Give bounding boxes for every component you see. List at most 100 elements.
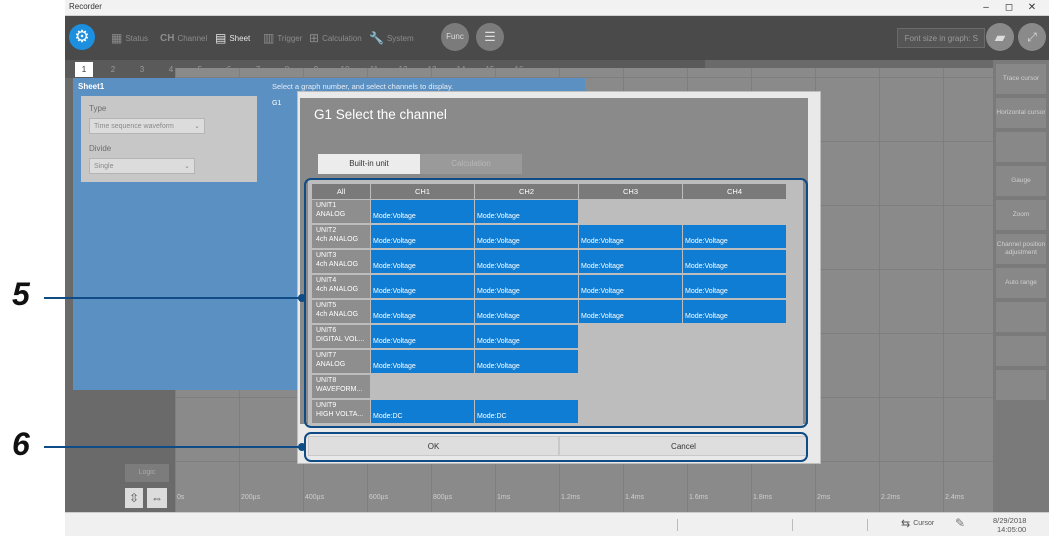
right-panel-button-6[interactable]: Auto range (996, 268, 1046, 298)
x-axis-label: 1.6ms (689, 494, 709, 501)
gear-icon: ⚙ (74, 27, 90, 46)
callout-6-dot (298, 443, 306, 451)
grid-line (943, 68, 944, 512)
callout-5-number: 5 (12, 276, 30, 312)
callout-6-number: 6 (12, 426, 30, 462)
func-button[interactable]: Func (441, 23, 469, 51)
graph-number-1[interactable]: 1 (75, 62, 93, 77)
vertical-arrows-icon: ⇳ (128, 491, 140, 505)
callout-5-frame (304, 178, 808, 428)
status-bar: ⇆ Cursor ✎ 8/29/2018 14:05:00 (65, 512, 1049, 536)
close-button[interactable]: ✕ (1023, 1, 1041, 14)
window-title: Recorder (69, 2, 102, 11)
x-axis-label: 2.2ms (881, 494, 901, 501)
sheet-tab[interactable]: ▤ Sheet (215, 28, 250, 48)
x-axis-label: 1.2ms (561, 494, 581, 501)
right-panel-button-7[interactable] (996, 302, 1046, 332)
callout-5-leader (44, 297, 302, 299)
right-panel-button-2[interactable] (996, 132, 1046, 162)
chevron-down-icon: ⌄ (184, 163, 190, 170)
bottom-left-controls: Logic ⇳ ⇔ (121, 462, 171, 512)
font-size-button[interactable]: Font size in graph: S (897, 28, 985, 48)
x-axis-label: 1.4ms (625, 494, 645, 501)
status-separator (677, 519, 678, 531)
horizontal-scroll-button[interactable]: ⇔ (147, 488, 167, 508)
cursor-icon: ⇆ (901, 518, 911, 530)
type-label: Type (89, 104, 107, 113)
x-axis-label: 200µs (241, 494, 261, 501)
main-toolbar: ⚙ ▦ Status CH Channel ▤ Sheet ▥ Trigger … (65, 16, 1049, 60)
x-axis-label: 0s (177, 494, 185, 501)
marker-pen-icon[interactable]: ✎ (955, 516, 965, 530)
trigger-tab[interactable]: ▥ Trigger (263, 28, 302, 48)
sheet-title: Sheet1 (78, 82, 105, 91)
right-panel-button-9[interactable] (996, 370, 1046, 400)
x-axis-label: 1.8ms (753, 494, 773, 501)
status-separator (867, 519, 868, 531)
callout-6-frame (304, 432, 808, 462)
x-axis-label: 2ms (817, 494, 831, 501)
dialog-header: G1 Select the channel (300, 98, 808, 132)
graph-number-3[interactable]: 3 (133, 62, 151, 77)
list-icon: ☰ (484, 29, 496, 44)
tab-calculation[interactable]: Calculation (420, 154, 522, 174)
callout-5-dot (298, 294, 306, 302)
expand-icon: ⤢ (1027, 30, 1037, 44)
graph-number-2[interactable]: 2 (104, 62, 122, 77)
callout-6-leader (44, 446, 302, 448)
system-tab-label: System (386, 33, 414, 43)
right-panel-button-4[interactable]: Zoom (996, 200, 1046, 230)
divide-label: Divide (89, 144, 112, 153)
horizontal-arrows-icon: ⇔ (151, 491, 163, 505)
status-icon: ▦ (111, 31, 123, 45)
x-axis-label: 1ms (497, 494, 511, 501)
x-axis-label: 2.4ms (945, 494, 965, 501)
list-menu-button[interactable]: ☰ (476, 23, 504, 51)
trigger-tab-label: Trigger (277, 33, 303, 43)
wrench-icon: 🔧 (369, 31, 384, 45)
logic-button[interactable]: Logic (125, 464, 169, 482)
sheet-icon: ▤ (215, 31, 227, 45)
cursor-toggle[interactable]: ⇆ Cursor (901, 517, 934, 530)
right-panel-button-5[interactable]: Channel position adjustment (996, 234, 1046, 264)
divide-select[interactable]: Single ⌄ (89, 158, 195, 174)
trigger-icon: ▥ (263, 31, 275, 45)
cursor-label: Cursor (913, 520, 935, 527)
channel-tab-label: Channel (177, 33, 208, 43)
system-tab[interactable]: 🔧 System (369, 28, 414, 48)
type-select[interactable]: Time sequence waveform ⌄ (89, 118, 205, 134)
sheet-options-box: Type Time sequence waveform ⌄ Divide Sin… (81, 96, 257, 182)
status-time: 14:05:00 (997, 525, 1027, 534)
right-panel-button-3[interactable]: Gauge (996, 166, 1046, 196)
calculation-tab[interactable]: ⊞ Calculation (309, 28, 362, 48)
calculation-tab-label: Calculation (322, 33, 362, 43)
dialog-title: G1 Select the channel (314, 107, 447, 122)
right-panel-button-8[interactable] (996, 336, 1046, 366)
settings-gear-button[interactable]: ⚙ (69, 24, 95, 50)
x-axis-label: 600µs (369, 494, 389, 501)
right-panel-button-1[interactable]: Horizontal cursor (996, 98, 1046, 128)
vertical-scroll-button[interactable]: ⇳ (125, 488, 143, 508)
right-tool-panel: Trace cursor Horizontal cursor Gauge Zoom Ch… (993, 60, 1049, 512)
channel-icon: CH (160, 32, 175, 44)
expand-button[interactable]: ⤢ (1018, 23, 1046, 51)
graph-label: G1 (272, 100, 282, 107)
grid-line (879, 68, 880, 512)
type-select-value: Time sequence waveform (94, 123, 174, 130)
right-panel-button-0[interactable]: Trace cursor (996, 64, 1046, 94)
x-axis-label: 800µs (433, 494, 453, 501)
calculation-icon: ⊞ (309, 31, 320, 45)
status-tab-label: Status (125, 33, 149, 43)
sheet-tab-label: Sheet (229, 33, 251, 43)
folder-icon: ▰ (994, 29, 1006, 45)
maximize-button[interactable]: ◻ (1000, 1, 1018, 14)
x-axis-label: 400µs (305, 494, 325, 501)
divide-select-value: Single (94, 163, 114, 170)
status-tab[interactable]: ▦ Status (111, 28, 148, 48)
status-date: 8/29/2018 (993, 516, 1027, 525)
channel-tab[interactable]: CH Channel (160, 28, 207, 48)
minimize-button[interactable]: – (977, 1, 995, 14)
panel-hint-text: Select a graph number, and select channe… (272, 82, 454, 91)
folder-button[interactable]: ▰ (986, 23, 1014, 51)
tab-built-in-unit[interactable]: Built-in unit (318, 154, 420, 174)
